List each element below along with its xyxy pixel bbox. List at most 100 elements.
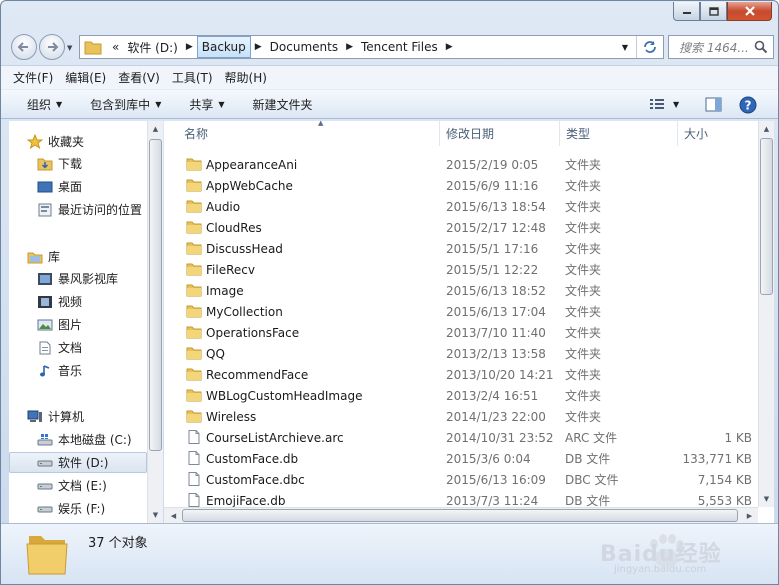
nav-item-label: 文档 (E:): [58, 479, 107, 493]
nav-computer[interactable]: 计算机: [27, 406, 165, 427]
file-row[interactable]: CloudRes 2015/2/17 12:48 文件夹: [164, 217, 758, 238]
file-name: CustomFace.db: [206, 451, 299, 466]
maximize-button[interactable]: [700, 2, 727, 21]
address-history-dropdown[interactable]: ▼: [614, 43, 636, 52]
folder-icon: [186, 368, 202, 381]
view-options-button[interactable]: ▼: [649, 97, 679, 111]
file-modified-date: 2015/6/13 18:54: [446, 199, 546, 214]
file-row[interactable]: QQ 2013/2/13 13:58 文件夹: [164, 343, 758, 364]
address-segment-documents[interactable]: Documents: [266, 36, 342, 58]
column-header-name[interactable]: ▲ 名称: [178, 119, 440, 146]
scrollbar-thumb[interactable]: [149, 139, 162, 451]
system-drive-icon: [37, 433, 53, 447]
computer-icon: [27, 410, 43, 424]
chevron-right-icon[interactable]: ▶: [251, 42, 266, 52]
file-row[interactable]: Image 2015/6/13 18:52 文件夹: [164, 280, 758, 301]
nav-libraries[interactable]: 库: [27, 246, 165, 267]
scroll-down-arrow-icon[interactable]: ▼: [759, 491, 774, 507]
file-type: 文件夹: [565, 263, 602, 277]
file-type: ARC 文件: [565, 431, 618, 445]
organize-button[interactable]: 组织 ▼: [27, 96, 62, 113]
nav-favorites-label: 收藏夹: [48, 135, 85, 149]
file-row[interactable]: AppearanceAni 2015/2/19 0:05 文件夹: [164, 154, 758, 175]
column-header-type[interactable]: 类型: [560, 121, 678, 146]
chevron-right-icon[interactable]: ▶: [442, 42, 457, 52]
file-type: 文件夹: [565, 347, 602, 361]
scroll-up-arrow-icon[interactable]: ▲: [759, 121, 774, 137]
back-button[interactable]: [11, 34, 37, 60]
address-segment-tencent-files[interactable]: Tencent Files: [357, 36, 442, 58]
file-name: AppWebCache: [206, 178, 293, 193]
nav-item-label: 最近访问的位置: [58, 203, 143, 217]
file-list-vertical-scrollbar[interactable]: ▲ ▼: [758, 121, 774, 507]
address-bar[interactable]: « 软件 (D:) ▶ Backup ▶ Documents ▶ Tencent…: [79, 35, 664, 59]
file-list-horizontal-scrollbar[interactable]: ◀ ▶: [164, 507, 758, 523]
column-header-date[interactable]: 修改日期: [440, 121, 560, 146]
address-overflow[interactable]: «: [108, 36, 123, 58]
file-row[interactable]: FileRecv 2015/5/1 12:22 文件夹: [164, 259, 758, 280]
command-bar: 组织 ▼ 包含到库中 ▼ 共享 ▼ 新建文件夹 ▼ ?: [1, 89, 778, 119]
nav-favorites[interactable]: 收藏夹: [27, 131, 165, 152]
search-input[interactable]: 搜索 1464...: [668, 35, 774, 59]
folder-icon: [186, 263, 202, 276]
organize-label: 组织: [27, 97, 52, 112]
column-name-label: 名称: [184, 127, 209, 141]
file-type: 文件夹: [565, 221, 602, 235]
menu-file[interactable]: 文件(F): [13, 69, 53, 86]
chevron-right-icon[interactable]: ▶: [342, 42, 357, 52]
watermark-url: jingyan.baidu.com: [614, 564, 707, 575]
file-type: 文件夹: [565, 410, 602, 424]
scroll-up-arrow-icon[interactable]: ▲: [148, 121, 163, 137]
file-row[interactable]: OperationsFace 2013/7/10 11:40 文件夹: [164, 322, 758, 343]
details-pane: 37 个对象 Baidu经验 jingyan.baidu.com: [1, 523, 778, 584]
scroll-down-arrow-icon[interactable]: ▼: [148, 507, 163, 523]
include-in-library-button[interactable]: 包含到库中 ▼: [90, 96, 161, 113]
new-folder-button[interactable]: 新建文件夹: [253, 96, 313, 113]
file-row[interactable]: Audio 2015/6/13 18:54 文件夹: [164, 196, 758, 217]
file-row[interactable]: MyCollection 2015/6/13 17:04 文件夹: [164, 301, 758, 322]
preview-pane-button[interactable]: [705, 97, 722, 115]
file-row[interactable]: RecommendFace 2013/10/20 14:21 文件夹: [164, 364, 758, 385]
minimize-button[interactable]: [673, 2, 700, 21]
nav-item-drive-d[interactable]: 软件 (D:): [9, 452, 147, 473]
nav-pane-scrollbar[interactable]: ▲ ▼: [147, 121, 163, 523]
file-row[interactable]: CustomFace.db 2015/3/6 0:04 DB 文件 133,771 K…: [164, 448, 758, 469]
file-row[interactable]: Wireless 2014/1/23 22:00 文件夹: [164, 406, 758, 427]
refresh-button[interactable]: [636, 36, 663, 58]
scrollbar-thumb[interactable]: [760, 138, 773, 295]
column-date-label: 修改日期: [446, 127, 495, 141]
chevron-right-icon[interactable]: ▶: [182, 42, 197, 52]
menu-view[interactable]: 查看(V): [118, 69, 160, 86]
address-segment-backup[interactable]: Backup: [196, 36, 251, 58]
large-folder-icon: [26, 536, 68, 575]
menu-tools[interactable]: 工具(T): [172, 69, 213, 86]
menu-edit[interactable]: 编辑(E): [65, 69, 106, 86]
file-row[interactable]: WBLogCustomHeadImage 2013/2/4 16:51 文件夹: [164, 385, 758, 406]
file-modified-date: 2015/6/13 17:04: [446, 304, 546, 319]
file-row[interactable]: CustomFace.dbc 2015/6/13 16:09 DBC 文件 7,154…: [164, 469, 758, 490]
file-row[interactable]: DiscussHead 2015/5/1 17:16 文件夹: [164, 238, 758, 259]
file-icon: [188, 430, 200, 444]
recent-pages-dropdown[interactable]: ▼: [67, 44, 72, 52]
address-segment-d-drive[interactable]: 软件 (D:): [123, 36, 181, 58]
scroll-right-arrow-icon[interactable]: ▶: [742, 508, 757, 524]
forward-arrow-icon: [48, 42, 59, 52]
file-type: 文件夹: [565, 200, 602, 214]
column-header-size[interactable]: 大小: [678, 121, 758, 146]
file-modified-date: 2015/6/9 11:16: [446, 178, 539, 193]
scroll-left-arrow-icon[interactable]: ◀: [166, 508, 181, 524]
share-button[interactable]: 共享 ▼: [189, 96, 224, 113]
help-button[interactable]: ?: [739, 96, 757, 117]
view-list-icon: [650, 99, 664, 109]
file-icon: [188, 451, 200, 465]
column-size-label: 大小: [684, 127, 709, 141]
address-controls: ▼: [614, 36, 663, 58]
forward-button[interactable]: [39, 34, 65, 60]
menu-help[interactable]: 帮助(H): [225, 69, 267, 86]
horizontal-scrollbar-thumb[interactable]: [182, 509, 738, 522]
file-row[interactable]: AppWebCache 2015/6/9 11:16 文件夹: [164, 175, 758, 196]
minimize-icon: [682, 12, 691, 14]
close-button[interactable]: [727, 2, 772, 21]
file-name: CustomFace.dbc: [206, 472, 305, 487]
file-row[interactable]: CourseListArchieve.arc 2014/10/31 23:52 AR…: [164, 427, 758, 448]
